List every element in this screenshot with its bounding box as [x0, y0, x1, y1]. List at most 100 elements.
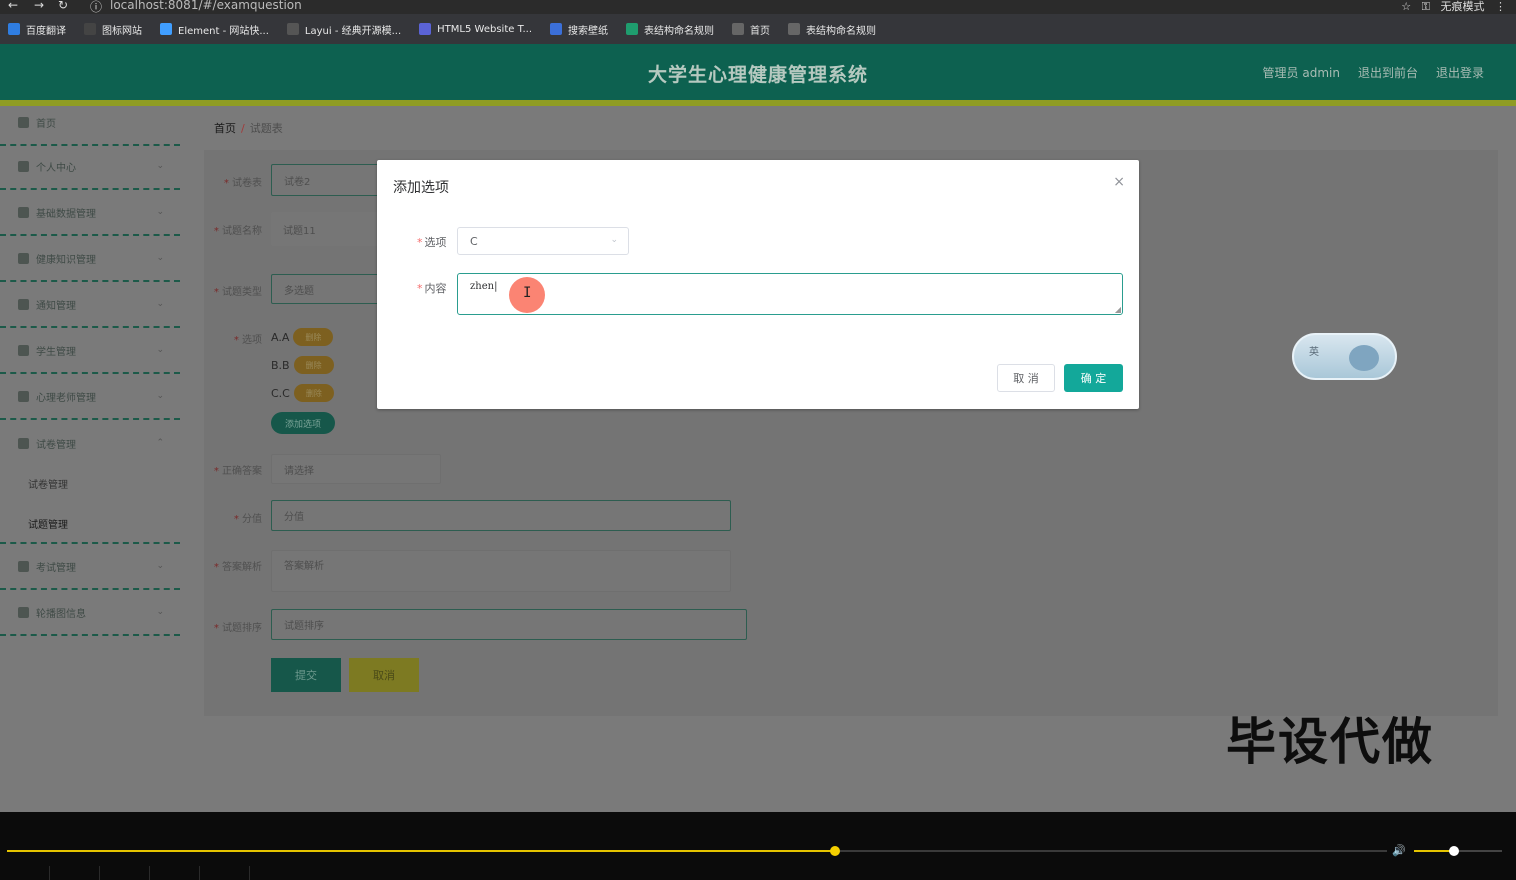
- sidebar-item-label: 学生管理: [36, 346, 76, 358]
- grid-icon: [18, 606, 29, 618]
- sidebar-item-label: 考试管理: [36, 562, 76, 574]
- bookmark-icon: [286, 23, 299, 35]
- volume-knob[interactable]: [1448, 846, 1459, 856]
- sort-input[interactable]: 试题排序: [271, 609, 747, 640]
- bookmark-icon: [732, 23, 745, 35]
- user-icon: [18, 160, 29, 172]
- bookmark-label: Layui - 经典开源模...: [304, 25, 402, 37]
- sidebar-item-label: 首页: [36, 118, 56, 130]
- app-header: 大学生心理健康管理系统 管理员 admin 退出到前台 退出登录: [0, 44, 1516, 100]
- close-icon[interactable]: ×: [1113, 174, 1125, 190]
- ime-mode-label: 英: [1309, 347, 1319, 358]
- sort-label: * 试题排序: [213, 623, 262, 634]
- bookmark-label: 表结构命名规则: [644, 25, 715, 37]
- bookmark-item[interactable]: 表结构命名规则: [626, 22, 714, 37]
- bookmark-item[interactable]: 百度翻译: [8, 22, 66, 37]
- score-label: * 分值: [233, 514, 262, 525]
- control-slot[interactable]: [100, 866, 150, 880]
- control-slot[interactable]: [200, 866, 250, 880]
- submit-button[interactable]: 提交: [271, 658, 341, 692]
- back-icon[interactable]: ←: [8, 0, 18, 12]
- breadcrumb-current: 试题表: [249, 122, 283, 135]
- answer-select[interactable]: 请选择: [271, 454, 441, 484]
- profile-indicator[interactable]: ☆ ⚿ 无痕模式 ⋮: [1401, 0, 1506, 14]
- content-textarea[interactable]: zhen| ◢: [457, 273, 1123, 315]
- bookmark-label: 首页: [750, 25, 771, 37]
- score-input[interactable]: 分值: [271, 500, 731, 531]
- seek-knob[interactable]: [830, 846, 840, 856]
- logout-link[interactable]: 退出登录: [1436, 64, 1484, 81]
- bookmark-item[interactable]: Layui - 经典开源模...: [286, 22, 402, 37]
- bookmark-icon: [626, 23, 639, 35]
- text-caret: |: [494, 281, 498, 292]
- question-type-select[interactable]: 多选题: [271, 274, 381, 304]
- bookmark-item[interactable]: HTML5 Website T...: [419, 23, 532, 35]
- chevron-down-icon: ⌄: [156, 607, 164, 617]
- question-type-label: * 试题类型: [213, 287, 262, 298]
- exam-icon: [18, 560, 29, 572]
- option-row: A.A 删除: [271, 328, 334, 346]
- sidebar-item-label: 基础数据管理: [36, 208, 96, 220]
- sidebar-item-label: 健康知识管理: [36, 254, 96, 266]
- sidebar-sub-paper[interactable]: 试卷管理: [28, 476, 68, 491]
- sidebar-item-home[interactable]: 首页: [0, 100, 180, 146]
- paper-select[interactable]: 试卷2: [271, 164, 381, 196]
- add-option-dialog: 添加选项 × * 选项 C ⌄ * 内容 zhen| ◢ I 取 消 确 定: [377, 160, 1139, 409]
- dialog-confirm-button[interactable]: 确 定: [1064, 364, 1123, 392]
- add-option-button[interactable]: 添加选项: [271, 412, 335, 434]
- question-name-value[interactable]: 试题11: [271, 212, 381, 246]
- sidebar-item-paper[interactable]: 试卷管理 ⌃: [0, 420, 180, 466]
- bookmark-item[interactable]: 表结构命名规则: [788, 22, 876, 37]
- sidebar-item-student[interactable]: 学生管理 ⌄: [0, 328, 180, 374]
- forward-icon[interactable]: →: [34, 0, 44, 12]
- control-slot[interactable]: [150, 866, 200, 880]
- bookmark-icon: [788, 23, 801, 35]
- sidebar-item-knowledge[interactable]: 健康知识管理 ⌄: [0, 236, 180, 282]
- sidebar-item-label: 轮播图信息: [36, 608, 86, 620]
- dialog-cancel-button[interactable]: 取 消: [997, 364, 1055, 392]
- resize-handle-icon[interactable]: ◢: [1115, 305, 1121, 314]
- volume-icon[interactable]: 🔊: [1392, 844, 1406, 857]
- cancel-button[interactable]: 取消: [349, 658, 419, 692]
- browser-url-bar: ← → ↻ ⓘ localhost:8081/#/examquestion ☆ …: [0, 0, 1516, 14]
- bookmark-label: HTML5 Website T...: [437, 23, 533, 35]
- student-icon: [18, 344, 29, 356]
- sidebar-item-exam[interactable]: 考试管理 ⌄: [0, 544, 180, 590]
- sidebar-item-label: 通知管理: [36, 300, 76, 312]
- notice-icon: [18, 298, 29, 310]
- breadcrumb-home[interactable]: 首页: [214, 122, 236, 135]
- to-front-link[interactable]: 退出到前台: [1358, 64, 1418, 81]
- sidebar-item-profile[interactable]: 个人中心 ⌄: [0, 144, 180, 190]
- bookmark-item[interactable]: 首页: [732, 22, 770, 37]
- delete-option-button[interactable]: 删除: [293, 356, 334, 374]
- bookmark-item[interactable]: Element - 网站快...: [160, 22, 269, 37]
- control-slot[interactable]: [50, 866, 100, 880]
- control-slot[interactable]: [0, 866, 50, 880]
- delete-option-button[interactable]: 删除: [293, 328, 334, 346]
- info-icon[interactable]: ⓘ: [90, 0, 102, 15]
- chevron-down-icon: ⌄: [156, 207, 164, 217]
- reload-icon[interactable]: ↻: [58, 0, 68, 12]
- option-select-value: C: [470, 234, 478, 248]
- options-label: * 选项: [233, 335, 262, 346]
- option-text: A.A: [271, 330, 290, 344]
- ime-widget[interactable]: 英: [1292, 333, 1397, 380]
- sidebar-item-label: 试卷管理: [36, 439, 76, 451]
- bookmark-item[interactable]: 图标网站: [84, 22, 142, 37]
- seek-progress: [7, 850, 835, 852]
- sidebar-item-teacher[interactable]: 心理老师管理 ⌄: [0, 374, 180, 420]
- bookmark-item[interactable]: 搜索壁纸: [550, 22, 608, 37]
- watermark-text: 毕设代做: [1226, 713, 1434, 771]
- question-name-label: * 试题名称: [213, 226, 262, 237]
- delete-option-button[interactable]: 删除: [293, 384, 334, 402]
- analysis-textarea[interactable]: 答案解析: [271, 550, 731, 592]
- chevron-down-icon: ⌄: [156, 161, 164, 171]
- sidebar-item-carousel[interactable]: 轮播图信息 ⌄: [0, 590, 180, 636]
- sidebar-item-notice[interactable]: 通知管理 ⌄: [0, 282, 180, 328]
- option-select[interactable]: C ⌄: [457, 227, 629, 255]
- sidebar-item-basic-data[interactable]: 基础数据管理 ⌄: [0, 190, 180, 236]
- bookmark-label: 搜索壁纸: [568, 25, 609, 37]
- paper-icon: [18, 437, 29, 449]
- address-field[interactable]: localhost:8081/#/examquestion: [110, 0, 302, 12]
- chevron-down-icon: ⌄: [156, 299, 164, 309]
